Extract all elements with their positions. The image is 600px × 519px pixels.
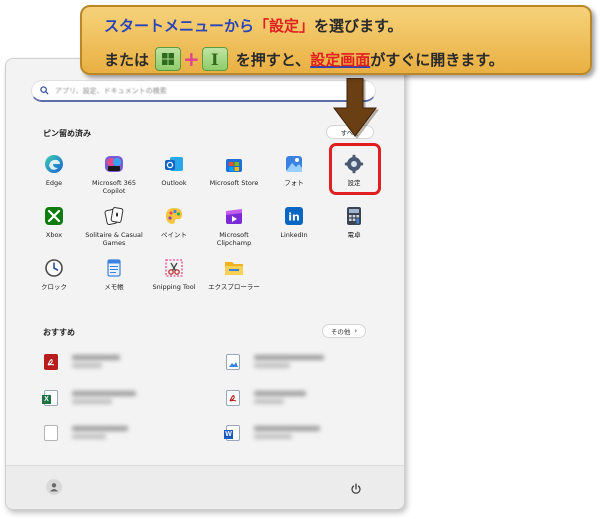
app-label: Edge — [45, 179, 63, 187]
user-avatar[interactable] — [46, 479, 62, 495]
app-label: Solitaire & Casual Games — [85, 231, 143, 247]
snipping-tool-icon — [163, 257, 185, 279]
pinned-app-clock[interactable]: クロック — [24, 257, 84, 291]
app-label: Microsoft Clipchamp — [216, 231, 252, 247]
callout-settings-screen-highlight: 設定画面 — [310, 50, 371, 69]
callout-line-2: または + I を押すと、 設定画面 がすぐに開きます。 — [104, 47, 504, 71]
app-label: LinkedIn — [280, 231, 308, 239]
recommended-item-text — [72, 352, 120, 371]
notepad-icon — [103, 257, 125, 279]
photos-icon — [283, 153, 305, 175]
clock-icon — [43, 257, 65, 279]
app-label: Microsoft 365 Copilot — [91, 179, 137, 195]
pinned-app-store[interactable]: Microsoft Store — [204, 153, 264, 187]
settings-highlight-box — [329, 143, 381, 195]
pinned-app-file-explorer[interactable]: エクスプローラー — [204, 257, 264, 291]
recommended-item-text — [72, 388, 136, 407]
calculator-icon — [343, 205, 365, 227]
clipchamp-icon — [223, 205, 245, 227]
pinned-app-paint[interactable]: ペイント — [144, 205, 204, 239]
pdf-file-icon — [226, 389, 240, 406]
pinned-app-linkedin[interactable]: in LinkedIn — [264, 205, 324, 239]
more-button[interactable]: その他 › — [322, 324, 366, 338]
app-label: メモ帳 — [104, 283, 124, 291]
pinned-app-solitaire[interactable]: Solitaire & Casual Games — [84, 205, 144, 247]
pinned-app-snipping-tool[interactable]: Snipping Tool — [144, 257, 204, 291]
excel-file-icon: X — [42, 389, 58, 406]
instruction-callout: スタートメニューから「設定」を選びます。 または + I を押すと、 設定画面 がす… — [80, 5, 592, 75]
recommended-item[interactable]: W — [224, 423, 320, 442]
windows-key-icon — [155, 47, 182, 71]
app-label: クロック — [41, 283, 67, 291]
more-label: その他 — [330, 328, 351, 336]
pinned-app-m365-copilot[interactable]: Microsoft 365 Copilot — [84, 153, 144, 195]
app-label: エクスプローラー — [208, 283, 260, 291]
pinned-app-edge[interactable]: Edge — [24, 153, 84, 187]
blank-file-icon — [44, 424, 58, 441]
callout-text: を押すと、 — [235, 50, 311, 69]
recommended-item[interactable] — [226, 352, 324, 371]
pinned-app-xbox[interactable]: Xbox — [24, 205, 84, 239]
outlook-icon — [163, 153, 185, 175]
word-file-icon: W — [224, 424, 240, 441]
app-label: 電卓 — [347, 231, 361, 239]
pinned-section-title: ピン留め済み — [43, 129, 91, 138]
callout-line-1: スタートメニューから「設定」を選びます。 — [104, 15, 403, 36]
pinned-app-outlook[interactable]: Outlook — [144, 153, 204, 187]
pinned-app-notepad[interactable]: メモ帳 — [84, 257, 144, 291]
callout-text: スタートメニューから — [104, 17, 255, 35]
recommended-section-title: おすすめ — [43, 328, 75, 337]
callout-text: がすぐに開きます。 — [370, 50, 504, 69]
recommended-item-text — [254, 388, 306, 407]
search-placeholder: アプリ、設定、ドキュメントの検索 — [55, 86, 167, 95]
pointer-arrow — [333, 78, 379, 139]
paint-icon — [163, 205, 185, 227]
search-input[interactable]: アプリ、設定、ドキュメントの検索 — [31, 80, 376, 102]
app-label: Snipping Tool — [152, 283, 196, 291]
recommended-item[interactable]: X — [42, 388, 136, 407]
edge-icon — [43, 153, 65, 175]
recommended-item-text — [72, 423, 128, 442]
pdf-file-icon — [44, 353, 58, 370]
file-explorer-icon — [223, 257, 245, 279]
start-menu-footer — [6, 465, 404, 509]
pinned-app-photos[interactable]: フォト — [264, 153, 324, 187]
image-file-icon — [226, 353, 240, 370]
store-icon — [223, 153, 245, 175]
app-label: Xbox — [45, 231, 63, 239]
user-icon — [50, 483, 58, 492]
callout-text: を選びます。 — [314, 17, 403, 35]
i-key: I — [201, 47, 228, 71]
plus-sign: + — [183, 47, 200, 71]
recommended-item[interactable] — [226, 388, 306, 407]
xbox-icon — [43, 205, 65, 227]
pinned-app-calculator[interactable]: 電卓 — [324, 205, 384, 239]
callout-settings-highlight: 「設定」 — [254, 17, 315, 35]
chevron-right-icon: › — [354, 327, 358, 335]
solitaire-icon — [103, 205, 125, 227]
recommended-item-text — [254, 352, 324, 371]
app-label: Outlook — [161, 179, 187, 187]
pinned-app-clipchamp[interactable]: Microsoft Clipchamp — [204, 205, 264, 247]
recommended-item[interactable] — [44, 423, 128, 442]
m365-copilot-icon — [103, 153, 125, 175]
linkedin-icon: in — [283, 205, 305, 227]
power-icon — [351, 483, 361, 494]
app-label: Microsoft Store — [209, 179, 259, 187]
app-label: フォト — [284, 179, 304, 187]
search-icon — [40, 86, 49, 95]
svg-text:in: in — [288, 211, 300, 224]
callout-text: または — [104, 50, 150, 69]
power-button[interactable] — [350, 480, 362, 499]
recommended-item-text — [254, 423, 320, 442]
recommended-item[interactable] — [44, 352, 120, 371]
app-label: ペイント — [161, 231, 187, 239]
